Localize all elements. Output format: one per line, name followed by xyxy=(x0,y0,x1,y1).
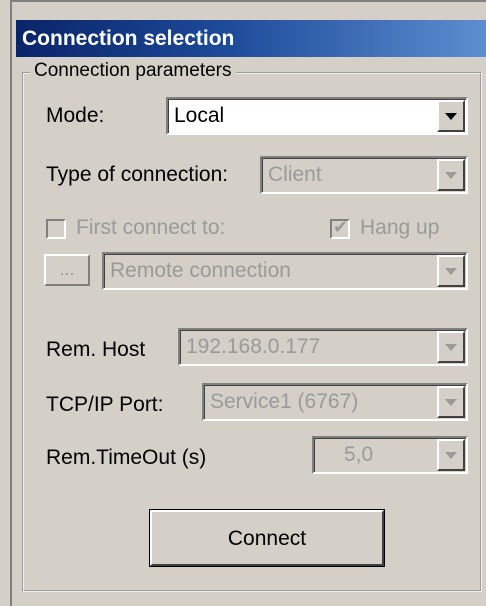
group-title: Connection parameters xyxy=(30,60,236,82)
rem-host-select[interactable]: 192.168.0.177 xyxy=(178,328,468,366)
tcp-port-dropdown-button[interactable] xyxy=(437,386,465,418)
remote-connection-select[interactable]: Remote connection xyxy=(102,252,468,290)
remote-connection-value: Remote connection xyxy=(110,259,291,282)
chevron-down-icon xyxy=(445,268,457,275)
check-icon: ✔ xyxy=(333,217,349,237)
rem-timeout-dropdown-button[interactable] xyxy=(437,439,465,471)
first-connect-label: First connect to: xyxy=(76,216,226,239)
tcp-port-value: Service1 (6767) xyxy=(210,390,359,413)
mode-label: Mode: xyxy=(46,104,105,127)
rem-timeout-value: 5,0 xyxy=(344,443,374,466)
rem-timeout-select[interactable]: 5,0 xyxy=(312,436,468,474)
mode-dropdown-button[interactable] xyxy=(437,100,465,132)
chevron-down-icon xyxy=(445,172,457,179)
remote-connection-dropdown-button[interactable] xyxy=(437,255,465,287)
chevron-down-icon xyxy=(445,344,457,351)
browse-button[interactable]: ... xyxy=(44,254,90,286)
window-title: Connection selection xyxy=(16,20,486,57)
mode-value: Local xyxy=(174,104,225,127)
hang-up-checkbox[interactable]: ✔ xyxy=(330,217,350,239)
connection-type-value: Client xyxy=(268,163,322,186)
rem-timeout-label: Rem.TimeOut (s) xyxy=(46,446,207,469)
connect-button[interactable]: Connect xyxy=(150,510,384,566)
rem-host-value: 192.168.0.177 xyxy=(186,335,321,358)
tcp-port-select[interactable]: Service1 (6767) xyxy=(202,383,468,421)
connection-type-select[interactable]: Client xyxy=(260,156,468,194)
mode-select[interactable]: Local xyxy=(166,97,468,135)
chevron-down-icon xyxy=(445,452,457,459)
connection-type-label: Type of connection: xyxy=(46,163,229,186)
hang-up-label: Hang up xyxy=(360,216,440,239)
rem-host-label: Rem. Host xyxy=(46,338,146,361)
tcp-port-label: TCP/IP Port: xyxy=(46,393,164,416)
connection-type-dropdown-button[interactable] xyxy=(437,159,465,191)
chevron-down-icon xyxy=(445,113,457,120)
rem-host-dropdown-button[interactable] xyxy=(437,331,465,363)
first-connect-checkbox[interactable] xyxy=(46,219,66,239)
chevron-down-icon xyxy=(445,399,457,406)
